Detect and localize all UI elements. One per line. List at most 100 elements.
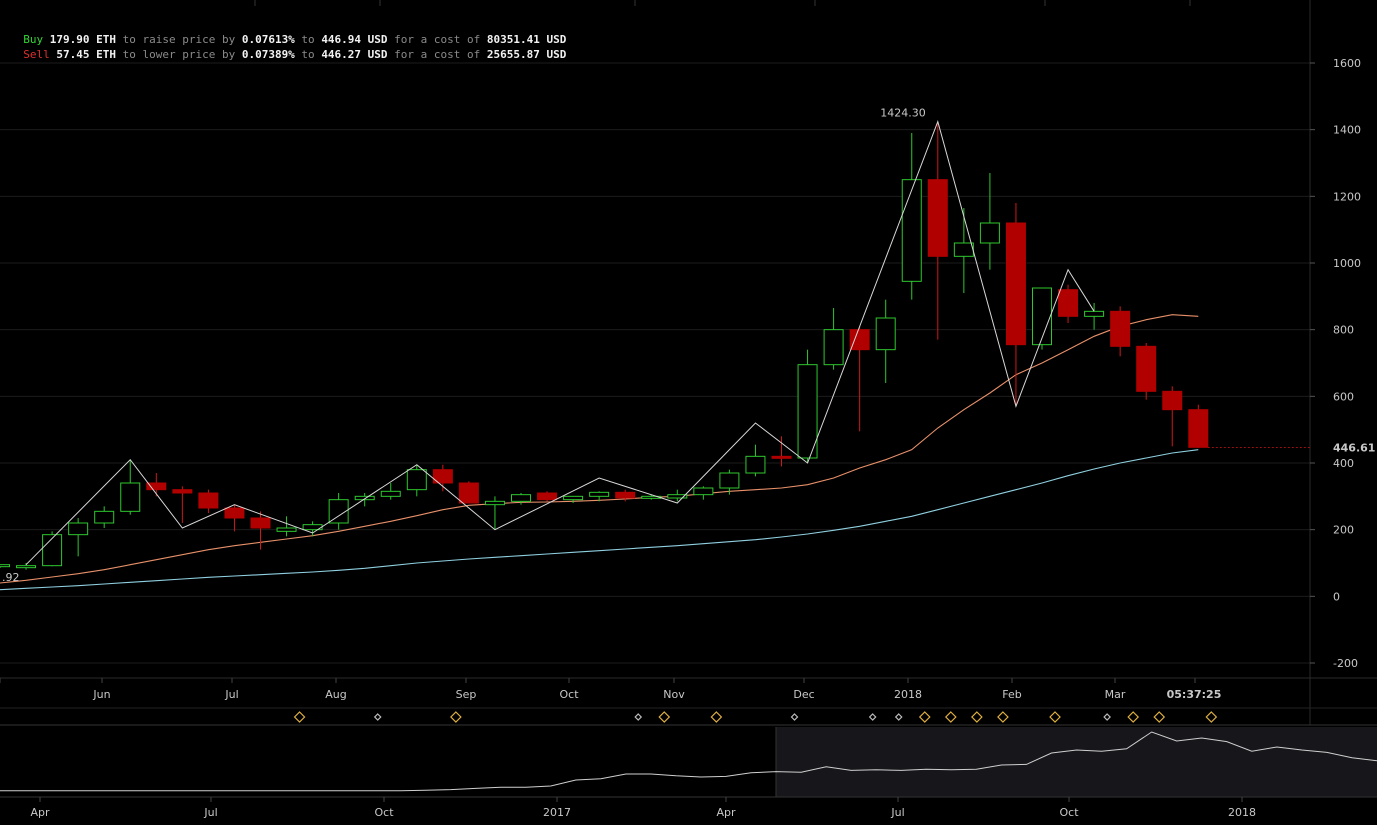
candle-up [94, 510, 115, 524]
event-marker [790, 713, 799, 721]
x-tick-label: Mar [1105, 688, 1126, 701]
event-marker [634, 713, 643, 721]
y-axis[interactable]: 1600 1400 1200 1000 800 600 400 200 0 -200 [1310, 57, 1361, 670]
candle-down [198, 492, 219, 509]
candle-down [771, 455, 792, 459]
ma-long-line [0, 449, 1199, 591]
y-tick-label: -200 [1333, 657, 1358, 670]
candle-down [1058, 289, 1079, 317]
event-marker [918, 711, 931, 723]
candle-up [16, 565, 37, 569]
event-marker [1103, 713, 1111, 721]
y-tick-label: 200 [1333, 524, 1354, 537]
y-tick-label: 1000 [1333, 257, 1361, 270]
event-marker [658, 711, 671, 723]
candle-down [224, 507, 245, 519]
candle-up [380, 490, 401, 497]
navigator-label: 2017 [543, 806, 571, 819]
candle-up [511, 494, 531, 502]
x-tick-label: 2018 [894, 688, 922, 701]
navigator-label: Apr [30, 806, 50, 819]
candle-up [120, 482, 141, 512]
event-marker [1153, 711, 1166, 723]
navigator-label: Jul [890, 806, 904, 819]
candle-up [953, 242, 974, 257]
candle-down [537, 492, 558, 501]
event-marker [894, 713, 903, 721]
candle-down [1162, 390, 1183, 411]
price-chart[interactable]: 1424.30 .92 446.61 1600 1400 1200 1000 800 600… [0, 0, 1377, 825]
ma-short-layer [0, 314, 1199, 584]
candle-up [979, 222, 1000, 244]
candle-down [1110, 310, 1131, 347]
x-tick-label: Feb [1002, 688, 1021, 701]
x-axis[interactable]: yJunJulAugSepOctNovDec2018FebMar05:37:25 [0, 678, 1221, 701]
y-tick-label: 1400 [1333, 124, 1361, 137]
navigator-window [776, 727, 1377, 797]
candle-down [1188, 409, 1209, 448]
candle-up [745, 455, 766, 474]
candles-layer [0, 123, 1209, 570]
candle-up [563, 495, 584, 501]
current-price-layer: 446.61 [1207, 441, 1375, 454]
x-tick-label: Nov [663, 688, 685, 701]
y-tick-label: 1200 [1333, 190, 1361, 203]
event-marker [868, 713, 877, 721]
zigzag-layer: 1424.30 .92 [2, 107, 1095, 584]
x-tick-label: Dec [793, 688, 814, 701]
left-edge-label: .92 [2, 571, 20, 584]
x-tick-label: Sep [456, 688, 477, 701]
navigator-label: Oct [374, 806, 394, 819]
event-marker [373, 713, 382, 721]
event-marker [971, 711, 983, 723]
event-marker [997, 711, 1009, 723]
candle-up [406, 469, 427, 491]
candle-down [458, 482, 479, 504]
candle-down [1005, 222, 1026, 346]
candle-down [146, 482, 167, 491]
candle-up [589, 491, 610, 497]
event-marker [710, 711, 723, 723]
y-tick-label: 400 [1333, 457, 1354, 470]
candle-down [927, 179, 948, 257]
ma-short-line [0, 314, 1199, 584]
candle-up [0, 564, 10, 568]
navigator[interactable]: Apr Jul Oct 2017 Apr Jul Oct 2018 [0, 727, 1377, 819]
candle-down [849, 329, 870, 351]
event-marker [1205, 711, 1218, 723]
candle-up [1084, 310, 1105, 317]
y-tick-label: 1600 [1333, 57, 1361, 70]
candle-up [276, 527, 297, 532]
y-tick-label: 800 [1333, 324, 1354, 337]
candle-up [484, 500, 505, 506]
x-tick-label: Oct [559, 688, 579, 701]
navigator-label: Oct [1059, 806, 1079, 819]
candle-up [719, 472, 740, 489]
candle-up [1032, 287, 1052, 346]
candle-up [823, 329, 844, 366]
y-tick-label: 0 [1333, 590, 1340, 603]
event-marker [1127, 711, 1140, 723]
event-marker [1049, 711, 1061, 723]
candle-down [250, 517, 271, 529]
x-tick-label: Jun [92, 688, 110, 701]
y-tick-label: 600 [1333, 390, 1354, 403]
navigator-label: 2018 [1228, 806, 1256, 819]
event-marker [450, 711, 462, 723]
ma-long-layer [0, 449, 1199, 591]
chart-grid [0, 0, 1377, 726]
x-tick-label: Jul [224, 688, 238, 701]
navigator-label: Jul [203, 806, 217, 819]
candle-up [693, 487, 714, 496]
peak-label: 1424.30 [880, 107, 926, 120]
countdown-label: 05:37:25 [1167, 688, 1222, 701]
current-price-label: 446.61 [1333, 441, 1375, 454]
candle-up [875, 317, 896, 351]
event-marker [293, 711, 306, 723]
candle-up [68, 522, 89, 536]
candle-up [42, 534, 63, 567]
candle-down [172, 489, 193, 494]
navigator-label: Apr [716, 806, 736, 819]
event-markers [293, 711, 1218, 723]
candle-up [797, 364, 818, 459]
